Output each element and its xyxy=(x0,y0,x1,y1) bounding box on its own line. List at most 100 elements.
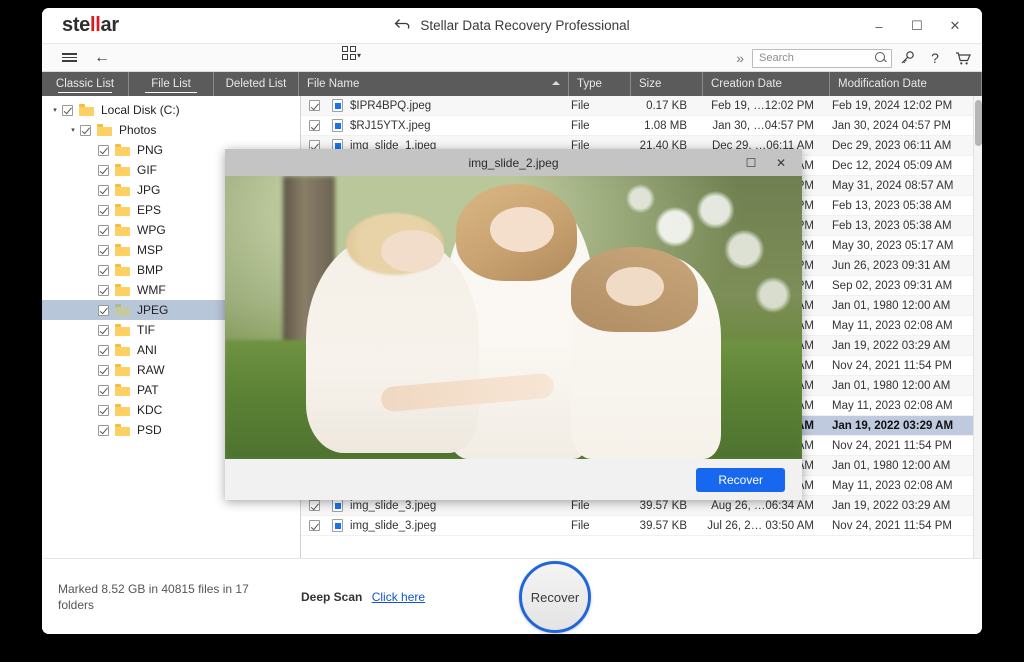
folder-icon xyxy=(115,304,130,316)
cell-modification-date: Nov 24, 2021 11:54 PM xyxy=(832,519,952,532)
search-icon[interactable] xyxy=(875,52,887,64)
cell-file-name: img_slide_3.jpeg xyxy=(301,519,563,532)
tree-item-label: Photos xyxy=(119,123,157,137)
file-row-checkbox[interactable] xyxy=(309,500,320,511)
tab-file-list[interactable]: File List xyxy=(129,72,214,96)
folder-icon xyxy=(115,324,130,336)
image-preview-dialog[interactable]: img_slide_2.jpeg ☐ ✕ Recover xyxy=(225,149,802,500)
file-row-checkbox[interactable] xyxy=(309,120,320,131)
folder-icon xyxy=(115,264,130,276)
column-header-creation-date[interactable]: Creation Date xyxy=(703,72,830,96)
file-row-checkbox[interactable] xyxy=(309,100,320,111)
cell-modification-date: Jan 19, 2022 03:29 AM xyxy=(832,339,951,352)
cell-type: File xyxy=(571,99,590,112)
tree-item-label: PAT xyxy=(137,383,159,397)
tree-item-label: EPS xyxy=(137,203,162,217)
folder-icon xyxy=(97,124,112,136)
toolbar: ← ▾ » ? xyxy=(42,44,982,72)
tree-item-label: KDC xyxy=(137,403,163,417)
cell-modification-date: Feb 19, 2024 12:02 PM xyxy=(832,99,953,112)
close-button[interactable]: ✕ xyxy=(936,11,974,41)
chevron-down-icon: ▾ xyxy=(357,51,362,60)
hamburger-menu-icon[interactable] xyxy=(52,45,86,71)
cell-modification-date: Jan 19, 2022 03:29 AM xyxy=(832,499,951,512)
folder-icon xyxy=(115,424,130,436)
maximize-button[interactable]: ☐ xyxy=(898,11,936,41)
preview-image xyxy=(225,176,802,459)
tree-item-checkbox[interactable] xyxy=(98,244,109,256)
tree-expand-icon[interactable]: ▾ xyxy=(48,106,62,114)
cell-modification-date: Sep 02, 2023 09:31 AM xyxy=(832,279,953,292)
grid-view-icon[interactable]: ▾ xyxy=(342,46,361,60)
help-icon[interactable]: ? xyxy=(922,45,948,71)
tree-item-label: BMP xyxy=(137,263,164,277)
key-icon[interactable] xyxy=(894,45,920,71)
cell-modification-date: May 11, 2023 02:08 AM xyxy=(832,319,953,332)
recover-button[interactable]: Recover xyxy=(519,561,591,633)
file-list-scrollbar[interactable] xyxy=(973,96,982,558)
tree-item-checkbox[interactable] xyxy=(98,184,109,196)
preview-recover-button[interactable]: Recover xyxy=(696,467,785,492)
tree-item-checkbox[interactable] xyxy=(98,324,109,336)
cart-icon[interactable] xyxy=(950,45,976,71)
status-footer: Marked 8.52 GB in 40815 files in 17 fold… xyxy=(42,558,982,634)
tab-label: File List xyxy=(151,78,191,90)
minimize-button[interactable]: – xyxy=(860,11,898,41)
tree-item-checkbox[interactable] xyxy=(98,204,109,216)
tree-item-photos[interactable]: ▾ Photos xyxy=(42,120,300,140)
tree-item-checkbox[interactable] xyxy=(98,364,109,376)
preview-file-name: img_slide_2.jpeg xyxy=(468,155,559,170)
search-input[interactable] xyxy=(759,52,875,64)
column-header-file-name[interactable]: File Name xyxy=(299,72,569,96)
grid-glyph-icon xyxy=(342,46,356,60)
tree-expand-icon[interactable]: ▾ xyxy=(66,126,80,134)
image-file-icon xyxy=(332,99,343,112)
search-box[interactable] xyxy=(752,48,892,68)
cell-modification-date: Jan 19, 2022 03:29 AM xyxy=(832,419,954,432)
column-header-type[interactable]: Type xyxy=(569,72,631,96)
expand-chevron-icon[interactable]: » xyxy=(730,50,750,66)
scrollbar-thumb[interactable] xyxy=(975,100,982,146)
cell-modification-date: Nov 24, 2021 11:54 PM xyxy=(832,439,952,452)
column-header-size[interactable]: Size xyxy=(631,72,703,96)
column-header-modification-date[interactable]: Modification Date xyxy=(830,72,982,96)
tree-item-checkbox[interactable] xyxy=(98,304,109,316)
tree-item-checkbox[interactable] xyxy=(98,284,109,296)
cell-modification-date: Dec 29, 2023 06:11 AM xyxy=(832,139,952,152)
cell-size: 39.57 KB xyxy=(639,519,687,532)
folder-icon xyxy=(115,204,130,216)
preview-footer: Recover xyxy=(225,459,802,500)
tree-item-checkbox[interactable] xyxy=(98,404,109,416)
table-row[interactable]: $RJ15YTX.jpeg File 1.08 MB Jan 30, …04:57 P… xyxy=(301,116,982,136)
folder-icon xyxy=(115,344,130,356)
tab-label: Deleted List xyxy=(225,78,287,90)
folder-icon xyxy=(115,284,130,296)
file-row-checkbox[interactable] xyxy=(309,520,320,531)
cell-size: 39.57 KB xyxy=(639,499,687,512)
toolbar-right-group: » ? xyxy=(730,44,976,72)
table-row[interactable]: $IPR4BPQ.jpeg File 0.17 KB Feb 19, …12:02 P… xyxy=(301,96,982,116)
tree-item-checkbox[interactable] xyxy=(62,104,73,116)
image-file-icon xyxy=(332,519,343,532)
preview-title-bar: img_slide_2.jpeg ☐ ✕ xyxy=(225,149,802,176)
tree-item-checkbox[interactable] xyxy=(80,124,91,136)
tree-item-checkbox[interactable] xyxy=(98,224,109,236)
tab-deleted-list[interactable]: Deleted List xyxy=(214,72,299,96)
tree-item-checkbox[interactable] xyxy=(98,164,109,176)
tree-item-local-disk-c[interactable]: ▾ Local Disk (C:) xyxy=(42,100,300,120)
deep-scan-link[interactable]: Click here xyxy=(372,590,425,604)
tree-item-checkbox[interactable] xyxy=(98,384,109,396)
tree-item-checkbox[interactable] xyxy=(98,424,109,436)
tree-item-checkbox[interactable] xyxy=(98,144,109,156)
table-row[interactable]: img_slide_3.jpeg File 39.57 KB Jul 26, 2… 0… xyxy=(301,516,982,536)
tree-item-checkbox[interactable] xyxy=(98,344,109,356)
back-arrow-icon[interactable]: ← xyxy=(86,45,118,71)
title-back-arrow-icon xyxy=(394,18,411,34)
cell-modification-date: Jun 26, 2023 09:31 AM xyxy=(832,259,951,272)
cell-modification-date: May 11, 2023 02:08 AM xyxy=(832,479,953,492)
image-file-icon xyxy=(332,499,343,512)
tab-classic-list[interactable]: Classic List xyxy=(42,72,129,96)
cell-file-name: $IPR4BPQ.jpeg xyxy=(301,99,563,112)
window-title-group: Stellar Data Recovery Professional xyxy=(42,18,982,34)
tree-item-checkbox[interactable] xyxy=(98,264,109,276)
